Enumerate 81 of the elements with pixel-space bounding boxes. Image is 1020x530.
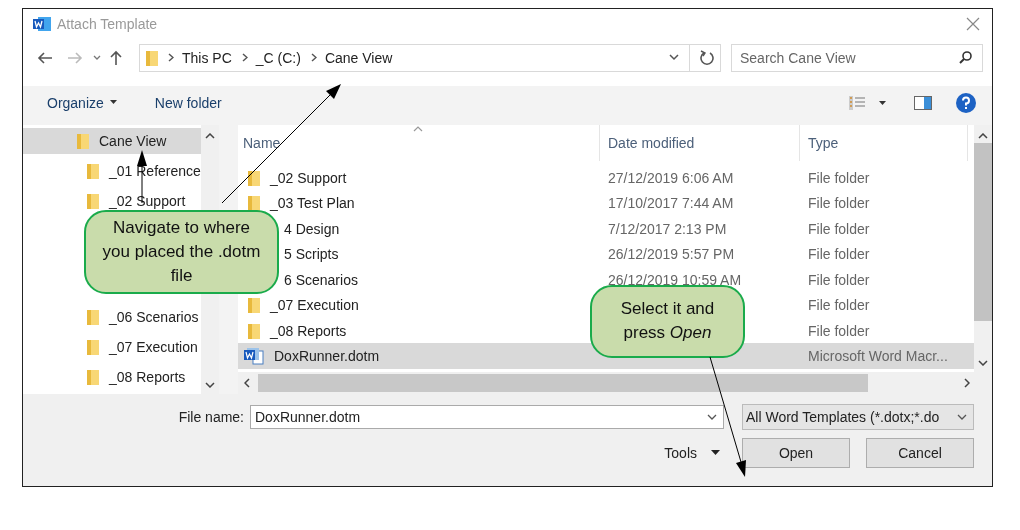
- help-icon[interactable]: [956, 93, 976, 114]
- dropdown-icon[interactable]: [707, 413, 717, 420]
- file-type: File folder: [808, 271, 870, 288]
- tree-item[interactable]: _06 Scenarios: [23, 303, 201, 330]
- tree-item[interactable]: Cane View: [23, 127, 201, 154]
- instruction-tooltip: Select it and press Open: [590, 285, 745, 358]
- scroll-right-icon[interactable]: [964, 377, 970, 388]
- folder-icon: [87, 308, 99, 325]
- caret-icon[interactable]: [879, 101, 886, 106]
- column-header[interactable]: Name: [238, 124, 600, 161]
- column-header[interactable]: Date modified: [600, 124, 800, 161]
- dropdown-icon[interactable]: [669, 54, 679, 62]
- file-type: File folder: [808, 297, 870, 314]
- file-type: Microsoft Word Macr...: [808, 348, 948, 365]
- chevron-icon[interactable]: [93, 54, 101, 61]
- folder-icon: [146, 49, 158, 66]
- cancel-button[interactable]: Cancel: [866, 437, 974, 468]
- breadcrumb[interactable]: Cane View: [324, 49, 393, 66]
- file-name[interactable]: _03 Test Plan: [270, 195, 355, 212]
- search-icon: [959, 50, 972, 64]
- chevron-icon[interactable]: [310, 53, 317, 63]
- instruction-tooltip: Navigate to where you placed the .dotm file: [84, 210, 279, 294]
- folder-icon: [248, 297, 260, 314]
- date-modified: 26/12/2019 10:59 AM: [608, 271, 742, 288]
- search-field[interactable]: Search Cane View: [731, 43, 983, 72]
- folder-icon: [87, 368, 99, 385]
- folder-icon: [248, 169, 260, 186]
- caret-icon[interactable]: [711, 450, 720, 456]
- file-type: File folder: [808, 246, 870, 263]
- sort-icon: [413, 125, 423, 132]
- scroll-up-icon[interactable]: [978, 132, 988, 139]
- folder-icon: [87, 162, 99, 179]
- file-name[interactable]: 4 Design: [284, 220, 340, 237]
- folder-icon: [87, 192, 99, 209]
- dropdown-icon[interactable]: [957, 413, 967, 420]
- file-type: File folder: [808, 322, 870, 339]
- file-name[interactable]: 6 Scenarios: [284, 271, 358, 288]
- file-type: File folder: [808, 220, 870, 237]
- scroll-down-icon[interactable]: [204, 381, 215, 388]
- open-button[interactable]: Open: [742, 437, 850, 468]
- breadcrumb[interactable]: _C (C:): [255, 49, 301, 66]
- file-name[interactable]: 5 Scripts: [284, 246, 339, 263]
- close-icon[interactable]: [966, 16, 980, 31]
- date-modified: 26/12/2019 5:57 PM: [608, 246, 735, 263]
- address-bar[interactable]: This PC _C (C:) Cane View: [139, 43, 721, 72]
- file-type: File folder: [808, 169, 870, 186]
- file-type-dropdown[interactable]: All Word Templates (*.dotx;*.do: [742, 403, 974, 430]
- folder-icon: [87, 338, 99, 355]
- tree-item[interactable]: _08 Reports: [23, 363, 201, 390]
- column-header[interactable]: Type: [800, 124, 968, 161]
- file-name[interactable]: DoxRunner.dotm: [274, 348, 380, 365]
- date-modified: 27/12/2019 6:06 AM: [608, 169, 734, 186]
- chevron-icon[interactable]: [168, 53, 174, 63]
- scrollbar[interactable]: [238, 371, 992, 394]
- new-folder-button[interactable]: New folder: [154, 95, 222, 112]
- organize-menu[interactable]: Organize: [47, 95, 104, 112]
- up-icon[interactable]: [109, 49, 123, 66]
- document-icon: [244, 347, 264, 366]
- folder-icon: [77, 132, 89, 149]
- window-title: Attach Template: [57, 15, 158, 32]
- caret-icon[interactable]: [109, 100, 117, 105]
- file-type: File folder: [808, 195, 870, 212]
- tree-item[interactable]: _07 Execution: [23, 333, 201, 360]
- file-name-label: File name:: [178, 408, 244, 425]
- date-modified: 17/10/2017 7:44 AM: [608, 195, 734, 212]
- scroll-left-icon[interactable]: [244, 377, 250, 388]
- file-name[interactable]: _08 Reports: [270, 322, 347, 339]
- scroll-down-icon[interactable]: [978, 359, 988, 366]
- date-modified: 7/12/2017 2:13 PM: [608, 220, 727, 237]
- file-name[interactable]: _02 Support: [270, 169, 347, 186]
- refresh-icon[interactable]: [700, 50, 714, 66]
- preview-pane-icon[interactable]: [914, 96, 932, 111]
- file-name-field[interactable]: DoxRunner.dotm: [250, 404, 724, 429]
- breadcrumb[interactable]: This PC: [182, 49, 232, 66]
- back-icon[interactable]: [37, 50, 53, 65]
- tools-menu[interactable]: Tools: [664, 444, 697, 461]
- folder-icon: [248, 322, 260, 339]
- file-name[interactable]: _07 Execution: [270, 297, 359, 314]
- word-icon: [33, 15, 51, 32]
- scroll-up-icon[interactable]: [204, 132, 215, 139]
- chevron-icon[interactable]: [241, 53, 248, 63]
